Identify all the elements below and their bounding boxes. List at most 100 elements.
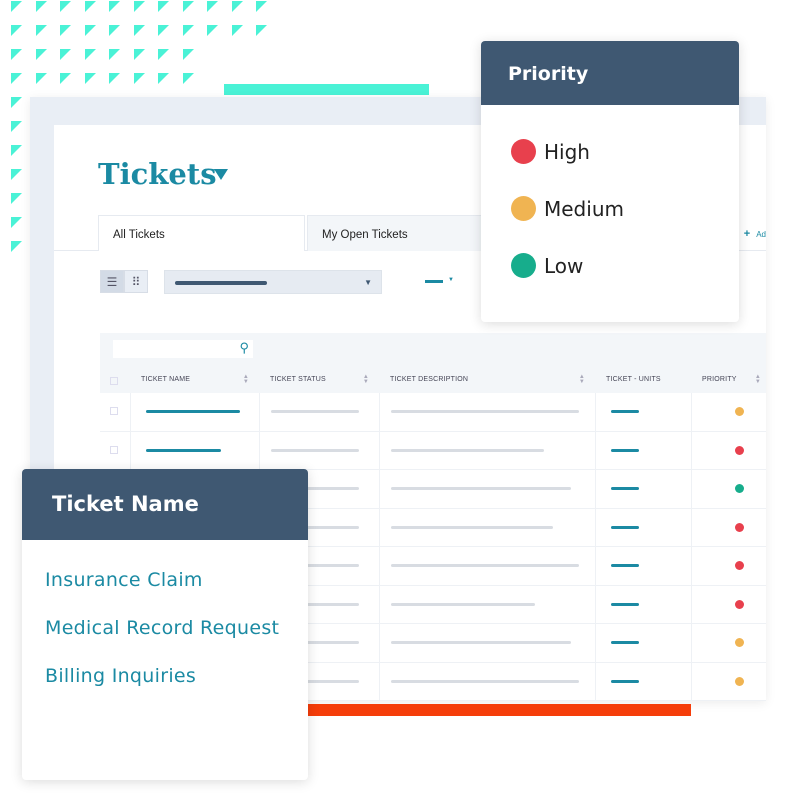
ticket-units-placeholder (611, 679, 639, 683)
ticket-name-item[interactable]: Insurance Claim (45, 569, 203, 591)
triangle-shape (182, 1, 194, 12)
add-button[interactable]: + Ad (744, 228, 766, 240)
triangle-shape (11, 217, 22, 228)
sort-icon[interactable]: ▲ ▼ (243, 374, 249, 385)
row-checkbox[interactable] (110, 407, 118, 415)
triangle-shape (182, 73, 194, 84)
triangle-shape (11, 193, 22, 204)
ticket-name-card-title: Ticket Name (22, 469, 308, 540)
triangle-shape (231, 25, 243, 36)
triangle-shape (11, 25, 22, 36)
chevron-down-icon: ▼ (448, 277, 454, 283)
triangle-shape (133, 73, 145, 84)
ticket-name-card: Ticket Name Insurance Claim Medical Reco… (22, 469, 308, 780)
triangle-shape (35, 1, 47, 12)
triangle-shape (11, 73, 22, 84)
table-header: TICKET NAME ▲ ▼ TICKET STATUS ▲ ▼ TICKET DESCR… (100, 369, 766, 393)
priority-high-dot-icon (735, 599, 744, 609)
triangle-shape (256, 1, 267, 12)
chevron-down-icon: ▼ (364, 278, 372, 287)
search-input[interactable]: ⚲ (113, 340, 253, 358)
ticket-description-placeholder (391, 448, 544, 452)
ticket-name-item[interactable]: Medical Record Request (45, 617, 279, 639)
priority-medium-dot-icon (735, 676, 744, 686)
column-header-label: PRIORITY (702, 376, 737, 383)
select-all-checkbox[interactable] (110, 377, 118, 385)
triangle-shape (60, 73, 71, 84)
priority-card-title: Priority (481, 41, 739, 105)
column-header-label: TICKET DESCRIPTION (390, 376, 469, 383)
ticket-units-placeholder (611, 487, 639, 490)
add-label: Ad (756, 230, 766, 239)
triangle-shape (11, 121, 22, 132)
ticket-description-placeholder (391, 641, 571, 644)
caret-down-icon[interactable] (214, 169, 228, 180)
triangle-shape (84, 73, 96, 84)
priority-medium-dot-icon (735, 407, 744, 416)
priority-medium-dot-icon (735, 638, 744, 647)
priority-high-dot-icon (735, 561, 744, 570)
priority-label: Medium (544, 196, 624, 221)
column-header[interactable]: TICKET STATUS ▲ ▼ (259, 369, 379, 393)
triangle-shape (109, 25, 120, 36)
ticket-description-placeholder (391, 487, 571, 490)
triangle-shape (133, 49, 145, 60)
priority-card: Priority High Medium Low (481, 41, 739, 322)
column-header[interactable]: TICKET - UNITS (595, 369, 691, 393)
priority-item-low: Low (511, 253, 583, 278)
triangle-shape (60, 49, 71, 60)
list-view-button[interactable]: ☰ (100, 270, 124, 293)
column-header-label: TICKET NAME (141, 376, 191, 383)
search-icon[interactable]: ⚲ (239, 340, 249, 356)
triangle-shape (231, 1, 243, 12)
priority-low-dot-icon (735, 484, 744, 493)
row-checkbox[interactable] (110, 445, 118, 454)
sort-icon[interactable]: ▲ ▼ (755, 374, 761, 385)
ticket-name-placeholder (146, 410, 240, 413)
ticket-name-item[interactable]: Billing Inquiries (45, 665, 196, 687)
tab-my-open-tickets[interactable]: My Open Tickets (307, 215, 487, 251)
priority-high-dot-icon (735, 522, 744, 532)
ticket-units-placeholder (611, 641, 639, 644)
triangle-shape (109, 1, 120, 12)
triangle-shape (35, 25, 47, 36)
priority-label: Low (544, 253, 584, 278)
triangle-shape (35, 73, 47, 84)
tab-all-tickets[interactable]: All Tickets (98, 215, 305, 251)
table-row[interactable] (100, 431, 766, 470)
triangle-shape (11, 1, 22, 12)
filter-dropdown[interactable]: ▼ (164, 270, 382, 294)
triangle-shape (60, 25, 71, 36)
column-header-label: TICKET STATUS (270, 376, 326, 383)
ticket-description-placeholder (391, 564, 579, 567)
ticket-description-placeholder (391, 410, 579, 413)
column-header-label: TICKET - UNITS (606, 376, 661, 383)
triangle-shape (256, 25, 267, 36)
triangle-shape (133, 25, 145, 36)
grid-view-button[interactable]: ⠿ (124, 270, 148, 293)
priority-high-dot-icon (735, 445, 744, 455)
page-title: Tickets (98, 157, 217, 191)
sort-icon[interactable]: ▲ ▼ (579, 374, 585, 385)
ticket-description-placeholder (391, 602, 535, 606)
table-row[interactable] (100, 393, 766, 432)
sort-icon[interactable]: ▲ ▼ (363, 374, 369, 385)
triangle-shape (158, 73, 169, 84)
column-header[interactable]: TICKET NAME ▲ ▼ (130, 369, 259, 393)
ticket-description-placeholder (391, 679, 579, 683)
triangle-shape (11, 169, 22, 180)
column-header[interactable]: PRIORITY ▲ ▼ (691, 369, 771, 393)
medium-dot-icon (511, 196, 536, 221)
low-dot-icon (511, 253, 536, 278)
priority-item-high: High (511, 139, 590, 164)
triangle-shape (35, 49, 47, 60)
triangle-shape (84, 1, 96, 12)
ticket-units-placeholder (611, 602, 639, 606)
triangle-shape (11, 97, 22, 108)
triangle-shape (182, 25, 194, 36)
column-header[interactable]: TICKET DESCRIPTION ▲ ▼ (379, 369, 595, 393)
triangle-shape (109, 73, 120, 84)
options-dropdown[interactable] (425, 280, 443, 283)
plus-icon: + (743, 228, 751, 240)
triangle-shape (158, 1, 169, 12)
